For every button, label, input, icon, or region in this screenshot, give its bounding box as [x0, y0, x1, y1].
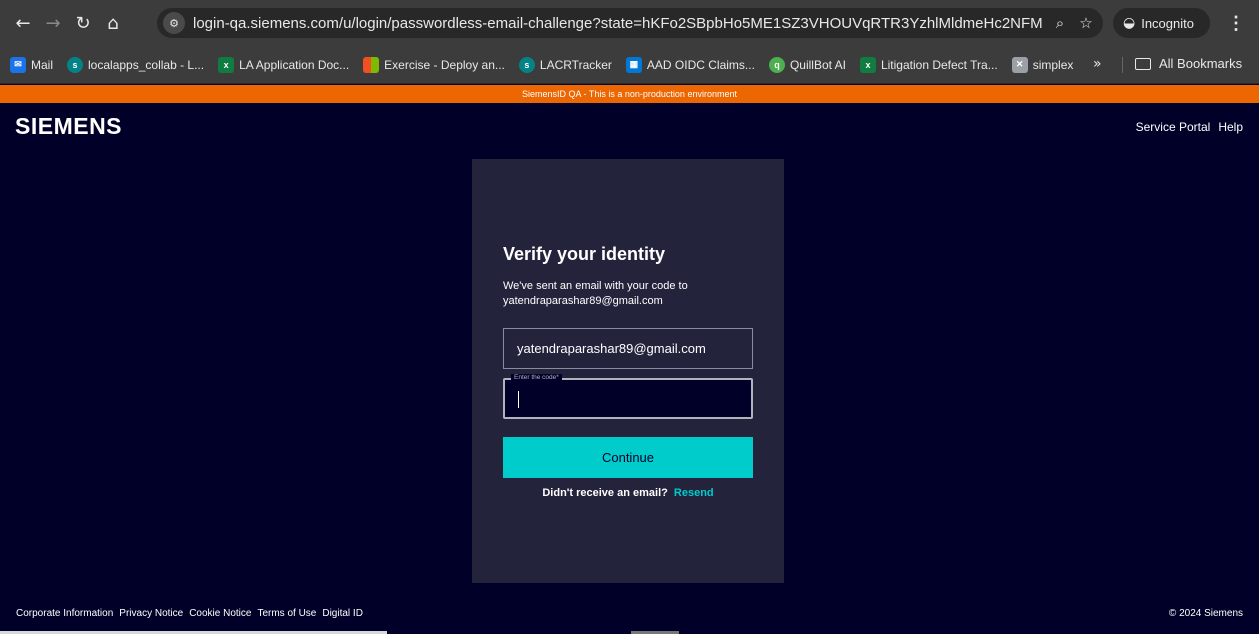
bookmark-item[interactable]: x Litigation Defect Tra... [859, 56, 998, 73]
resend-link[interactable]: Resend [674, 487, 714, 499]
all-bookmarks-button[interactable]: All Bookmarks [1135, 56, 1242, 71]
site-info-icon[interactable]: ⚙ [163, 12, 185, 34]
footer-link-corporate-information[interactable]: Corporate Information [16, 608, 113, 619]
footer-links: Corporate Information Privacy Notice Coo… [16, 608, 369, 619]
bookmark-star-icon[interactable]: ☆ [1075, 12, 1097, 34]
bookmark-item[interactable]: s localapps_collab - L... [67, 56, 205, 73]
quillbot-icon: q [768, 56, 785, 73]
description-line: We've sent an email with your code to [503, 280, 688, 292]
bookmark-item[interactable]: Exercise - Deploy an... [363, 56, 505, 73]
home-icon[interactable]: ⌂ [98, 8, 128, 38]
code-input[interactable] [513, 388, 743, 410]
login-page: SIEMENS Service Portal Help Verify your … [0, 103, 1259, 634]
footer-link-terms-of-use[interactable]: Terms of Use [257, 608, 316, 619]
bookmark-item[interactable]: x LA Application Doc... [218, 56, 350, 73]
incognito-badge[interactable]: ◒ Incognito [1113, 8, 1210, 38]
continue-button[interactable]: Continue [503, 437, 753, 478]
bookmark-label: simplex [1032, 57, 1074, 72]
header-links: Service Portal Help [1128, 120, 1243, 134]
bookmark-item[interactable]: ▦ AAD OIDC Claims... [625, 56, 755, 73]
bookmark-label: Exercise - Deploy an... [384, 57, 505, 72]
bookmark-item[interactable]: ✕ simplex [1011, 56, 1074, 73]
sharepoint-icon: s [67, 56, 84, 73]
browser-menu-icon[interactable]: ⋮ [1222, 9, 1250, 37]
bookmark-label: QuillBot AI [789, 57, 846, 72]
excel-icon: x [859, 56, 876, 73]
simplex-icon: ✕ [1011, 56, 1028, 73]
all-bookmarks-label: All Bookmarks [1159, 56, 1243, 71]
footer-link-privacy-notice[interactable]: Privacy Notice [119, 608, 183, 619]
bookmark-item[interactable]: s LACRTracker [518, 56, 612, 73]
url-text[interactable]: login-qa.siemens.com/u/login/passwordles… [193, 15, 1043, 32]
text-caret [518, 391, 519, 408]
description-email: yatendraparashar89@gmail.com [503, 295, 663, 307]
folder-icon [1135, 57, 1151, 70]
email-field[interactable]: yatendraparashar89@gmail.com [503, 328, 753, 369]
reload-icon[interactable]: ↻ [68, 8, 98, 38]
incognito-label: Incognito [1141, 15, 1194, 31]
resend-prompt: Didn't receive an email? [542, 487, 668, 499]
copyright-text: © 2024 Siemens [1168, 608, 1243, 619]
code-field-label: Enter the code* [511, 374, 562, 381]
footer-link-digital-id[interactable]: Digital ID [322, 608, 363, 619]
service-portal-link[interactable]: Service Portal [1136, 120, 1211, 134]
verify-card: Verify your identity We've sent an email… [472, 159, 784, 583]
footer-link-cookie-notice[interactable]: Cookie Notice [189, 608, 251, 619]
bookmark-label: LACRTracker [539, 57, 612, 72]
bookmark-label: localapps_collab - L... [88, 57, 205, 72]
zoom-icon[interactable]: ⌕ [1049, 12, 1071, 34]
microsoft-icon [363, 56, 380, 73]
code-field[interactable]: Enter the code* [503, 374, 753, 419]
bookmarks-overflow-icon[interactable]: » [1093, 56, 1102, 72]
bookmarks-divider [1122, 57, 1123, 73]
bookmarks-bar: ✉ Mail s localapps_collab - L... x LA Ap… [0, 46, 1259, 84]
card-title: Verify your identity [503, 244, 666, 264]
resend-row: Didn't receive an email? Resend [472, 487, 784, 499]
table-icon: ▦ [625, 56, 642, 73]
bookmark-item[interactable]: ✉ Mail [10, 56, 54, 73]
excel-icon: x [218, 56, 235, 73]
siemens-logo[interactable]: SIEMENS [15, 113, 122, 140]
incognito-icon: ◒ [1123, 15, 1136, 31]
back-icon[interactable]: ← [8, 8, 38, 38]
help-link[interactable]: Help [1218, 120, 1243, 134]
bookmark-item[interactable]: q QuillBot AI [768, 56, 846, 73]
address-bar[interactable]: ⚙ login-qa.siemens.com/u/login/passwordl… [157, 8, 1103, 38]
forward-icon[interactable]: → [38, 8, 68, 38]
browser-window: ← → ↻ ⌂ ⚙ login-qa.siemens.com/u/login/p… [0, 0, 1259, 634]
bookmark-label: Mail [31, 57, 54, 72]
mail-icon: ✉ [10, 56, 26, 73]
bookmark-label: Litigation Defect Tra... [880, 57, 998, 72]
bookmark-label: AAD OIDC Claims... [646, 57, 755, 72]
bookmark-label: LA Application Doc... [239, 57, 350, 72]
card-description: We've sent an email with your code to ya… [503, 279, 763, 309]
browser-toolbar: ← → ↻ ⌂ ⚙ login-qa.siemens.com/u/login/p… [0, 0, 1259, 46]
environment-banner: SiemensID QA - This is a non-production … [0, 85, 1259, 103]
sharepoint-icon: s [518, 56, 535, 73]
